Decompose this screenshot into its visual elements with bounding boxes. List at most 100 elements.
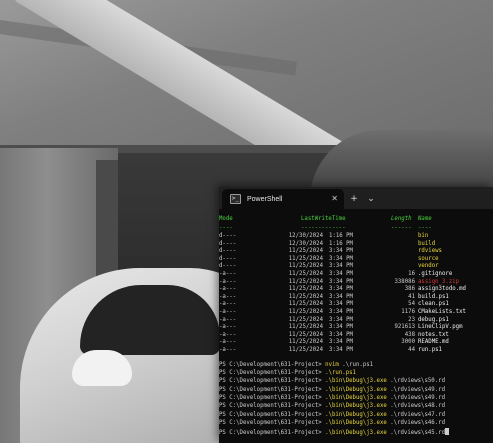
entry-name: bin (418, 233, 429, 239)
entry-time: 3:34 PM (329, 255, 353, 262)
entry-time: 1:16 PM (329, 233, 353, 239)
entry-length: 44 (408, 346, 415, 353)
prompt-line: PS C:\Development\631-Project> .\bin\Deb… (219, 394, 493, 402)
prompt-args: .\rdviews\s48.rd (386, 403, 446, 410)
entry-name: assign_3.zip (418, 278, 460, 285)
prompt-path: PS C:\Development\631-Project> (219, 420, 326, 427)
prompt-path: PS C:\Development\631-Project> (219, 378, 326, 385)
entry-time: 3:34 PM (329, 324, 353, 331)
new-tab-button[interactable]: + (347, 189, 361, 209)
terminal-output[interactable]: Mode LastWriteTime Length Name ---- ----… (219, 215, 493, 436)
separator-name: ---- (418, 225, 432, 231)
entry-time: 3:34 PM (329, 270, 353, 277)
listing-rows: d---- 12/30/2024 1:16 PM bin d---- 12/30/2024… (219, 233, 493, 355)
list-item: -a--- 11/25/2024 3:34 PM 386 assign3todo.md (219, 286, 493, 294)
entry-name: notes.txt (418, 331, 449, 338)
prompt-line: PS C:\Development\631-Project> .\bin\Deb… (219, 386, 493, 394)
entry-time: 3:34 PM (329, 346, 353, 353)
list-item: -a--- 11/25/2024 3:34 PM 1176 CMakeLists.txt (219, 309, 493, 317)
entry-length: 23 (408, 316, 415, 323)
entry-time: 3:34 PM (329, 301, 353, 308)
chevron-down-icon[interactable]: ⌄ (364, 189, 378, 209)
entry-length: 41 (408, 293, 415, 300)
entry-mode: -a--- (219, 270, 237, 277)
list-item: d---- 12/30/2024 1:16 PM bin (219, 233, 493, 241)
entry-mode: -a--- (219, 301, 237, 308)
entry-date: 11/25/2024 (288, 308, 323, 315)
prompt-line: PS C:\Development\631-Project> .\bin\Deb… (219, 419, 493, 427)
prompt-line: PS C:\Development\631-Project> .\bin\Deb… (219, 402, 493, 410)
prompt-path: PS C:\Development\631-Project> (219, 386, 326, 393)
entry-length: 338086 (394, 278, 415, 285)
entry-date: 11/25/2024 (288, 346, 323, 353)
prompt-args: .\rdviews\s46.rd (386, 420, 446, 427)
prompt-command: .\bin\Debug\j3.exe (325, 420, 387, 427)
list-item: -a--- 11/25/2024 3:34 PM 921613 LineClipV.pg… (219, 324, 493, 332)
entry-time: 3:34 PM (329, 316, 353, 323)
text-cursor (445, 427, 450, 435)
entry-date: 11/25/2024 (288, 263, 323, 270)
entry-date: 11/25/2024 (288, 286, 323, 293)
entry-name: build (418, 240, 436, 247)
powershell-terminal-window[interactable]: >_ PowerShell ✕ + ⌄ Mode LastWriteTime L… (219, 187, 493, 443)
entry-length: 386 (404, 286, 415, 293)
prompt-command: .\bin\Debug\j3.exe (325, 403, 387, 410)
entry-mode: d---- (219, 255, 237, 262)
prompt-path: PS C:\Development\631-Project> (219, 403, 326, 410)
close-icon[interactable]: ✕ (331, 194, 338, 203)
header-last-write-time: LastWriteTime (301, 216, 346, 222)
entry-date: 11/25/2024 (288, 278, 323, 285)
entry-mode: d---- (219, 233, 237, 239)
prompt-command: nvim (325, 361, 339, 368)
header-name: Name (418, 216, 432, 222)
entry-mode: d---- (219, 248, 237, 255)
entry-date: 11/25/2024 (288, 248, 323, 255)
list-item: -a--- 11/25/2024 3:34 PM 44 run.ps1 (219, 347, 493, 355)
entry-name: debug.ps1 (418, 316, 449, 323)
prompt-history: PS C:\Development\631-Project> nvim .\ru… (219, 361, 493, 437)
prompt-args: .\rdviews\s50.rd (386, 378, 446, 385)
entry-name: vendor (418, 263, 439, 270)
header-length: Length (391, 216, 412, 222)
list-item: -a--- 11/25/2024 3:34 PM 16 .gitignore (219, 271, 493, 279)
wallpaper-car-mirror (72, 350, 132, 386)
entry-date: 12/30/2024 (288, 233, 323, 239)
entry-time: 3:34 PM (329, 286, 353, 293)
entry-time: 3:34 PM (329, 331, 353, 338)
entry-length: 3000 (401, 339, 415, 346)
entry-name: run.ps1 (418, 346, 442, 353)
entry-time: 3:34 PM (329, 263, 353, 270)
entry-name: rdviews (418, 248, 442, 255)
entry-time: 3:34 PM (329, 278, 353, 285)
prompt-line: PS C:\Development\631-Project> .\bin\Deb… (219, 427, 493, 436)
entry-date: 11/25/2024 (288, 339, 323, 346)
tab-powershell[interactable]: >_ PowerShell ✕ (222, 189, 344, 209)
entry-mode: d---- (219, 240, 237, 247)
entry-date: 12/30/2024 (288, 240, 323, 247)
prompt-line: PS C:\Development\631-Project> .\bin\Deb… (219, 411, 493, 419)
prompt-args: .\rdviews\s47.rd (386, 411, 446, 418)
prompt-command: .\bin\Debug\j3.exe (325, 411, 387, 418)
list-item: -a--- 11/25/2024 3:34 PM 338086 assign_3.zip (219, 279, 493, 287)
prompt-line: PS C:\Development\631-Project> .\bin\Deb… (219, 377, 493, 385)
separator-last-write-time: ------------- (301, 225, 346, 231)
entry-date: 11/25/2024 (288, 293, 323, 300)
entry-time: 3:34 PM (329, 293, 353, 300)
entry-date: 11/25/2024 (288, 270, 323, 277)
entry-name: assign3todo.md (418, 286, 466, 293)
entry-mode: -a--- (219, 278, 237, 285)
powershell-icon: >_ (230, 194, 241, 204)
entry-name: CMakeLists.txt (418, 308, 466, 315)
list-item: d---- 12/30/2024 1:16 PM build (219, 241, 493, 249)
entry-time: 1:16 PM (329, 240, 353, 247)
prompt-line: PS C:\Development\631-Project> nvim .\ru… (219, 361, 493, 369)
entry-mode: -a--- (219, 324, 237, 331)
list-item: d---- 11/25/2024 3:34 PM rdviews (219, 248, 493, 256)
listing-header: Mode LastWriteTime Length Name (219, 215, 493, 224)
tab-title: PowerShell (247, 195, 283, 203)
entry-mode: -a--- (219, 316, 237, 323)
prompt-path: PS C:\Development\631-Project> (219, 411, 326, 418)
entry-date: 11/25/2024 (288, 301, 323, 308)
list-item: -a--- 11/25/2024 3:34 PM 41 build.ps1 (219, 294, 493, 302)
prompt-path: PS C:\Development\631-Project> (219, 429, 326, 436)
